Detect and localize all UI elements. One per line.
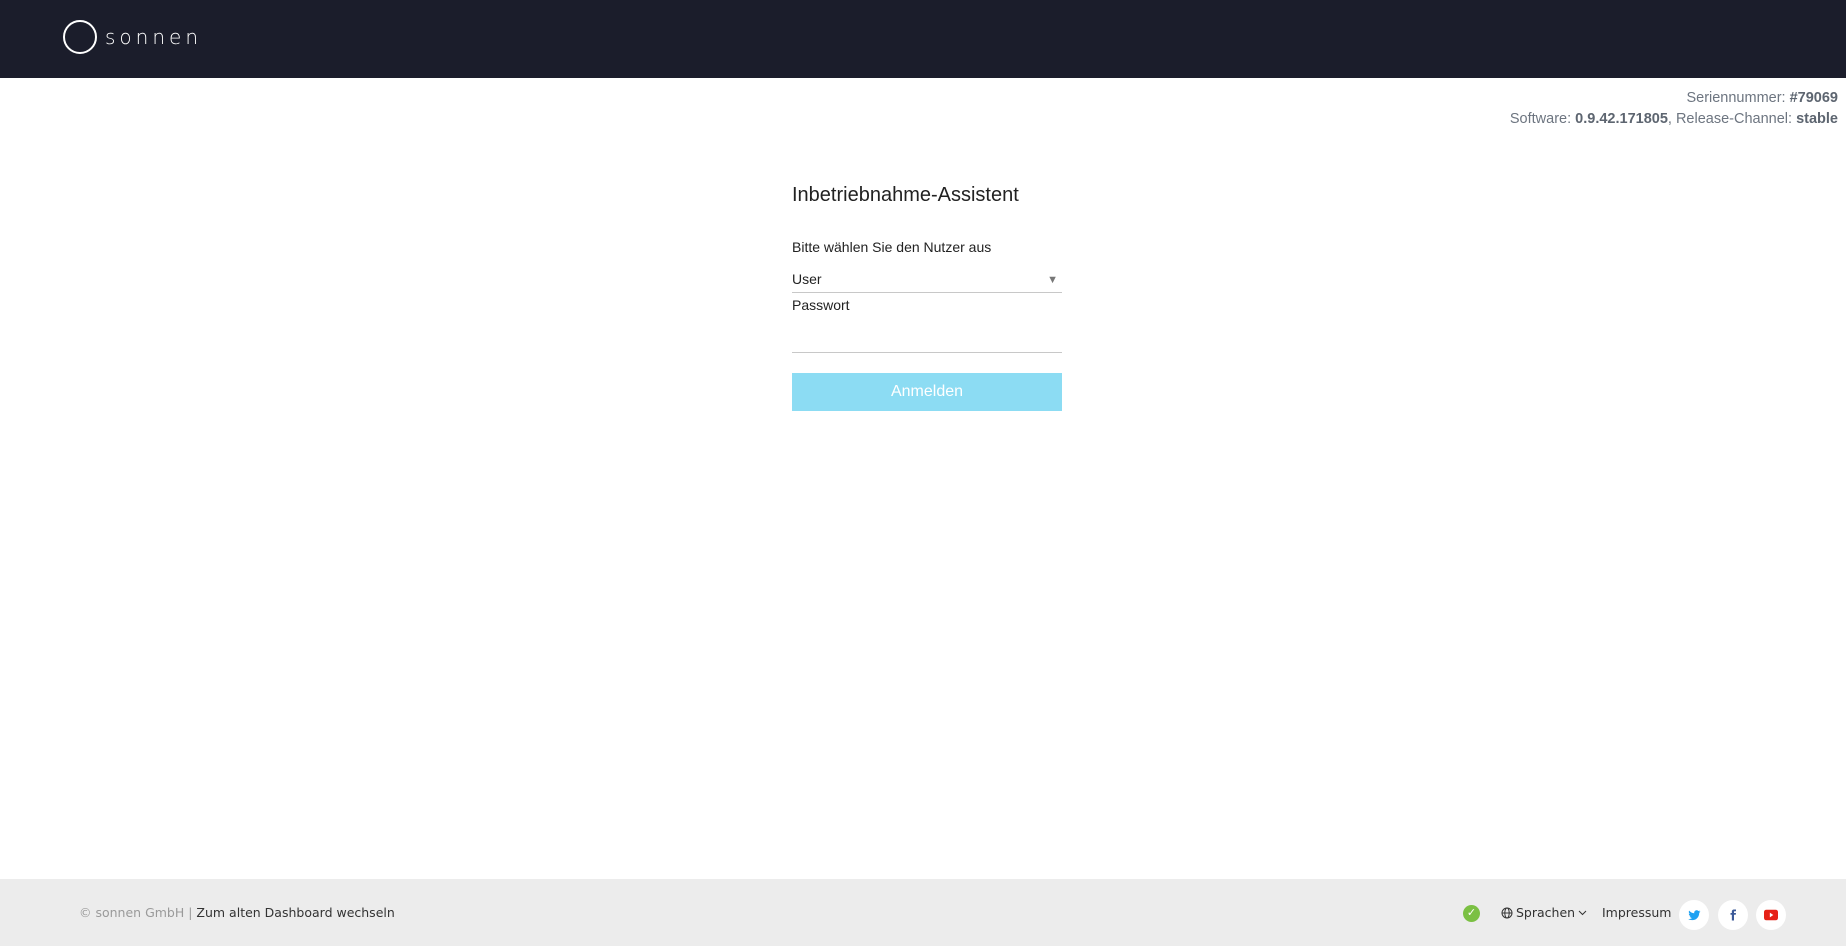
globe-icon bbox=[1501, 907, 1513, 918]
language-label: Sprachen bbox=[1516, 905, 1576, 920]
serial-value: #79069 bbox=[1789, 90, 1838, 106]
user-select[interactable]: User ▼ bbox=[792, 271, 1062, 293]
channel-value: stable bbox=[1796, 111, 1838, 127]
software-version: 0.9.42.171805 bbox=[1575, 111, 1668, 127]
login-form: Inbetriebnahme-Assistent Bitte wählen Si… bbox=[792, 184, 1062, 411]
facebook-button[interactable] bbox=[1718, 900, 1748, 930]
password-field[interactable] bbox=[792, 323, 1062, 353]
facebook-icon bbox=[1730, 909, 1736, 921]
youtube-button[interactable] bbox=[1756, 900, 1786, 930]
login-button[interactable]: Anmelden bbox=[792, 373, 1062, 411]
footer: © sonnen GmbH | Zum alten Dashboard wech… bbox=[0, 879, 1846, 946]
chevron-down-icon bbox=[1578, 910, 1587, 916]
device-info: Seriennummer: #79069 Software: 0.9.42.17… bbox=[1510, 88, 1838, 130]
sonnen-logo[interactable]: sonnen bbox=[63, 20, 202, 54]
language-menu[interactable]: Sprachen bbox=[1501, 905, 1587, 920]
password-label: Passwort bbox=[792, 297, 850, 313]
user-select-value: User bbox=[792, 271, 822, 287]
user-select-label: Bitte wählen Sie den Nutzer aus bbox=[792, 239, 992, 255]
copyright-text: © sonnen GmbH | bbox=[79, 905, 193, 920]
brand-name: sonnen bbox=[105, 25, 202, 49]
page-title: Inbetriebnahme-Assistent bbox=[792, 184, 1019, 206]
twitter-icon bbox=[1687, 909, 1700, 920]
top-navbar: sonnen bbox=[0, 0, 1846, 78]
footer-left: © sonnen GmbH | Zum alten Dashboard wech… bbox=[79, 905, 395, 920]
channel-label: , Release-Channel: bbox=[1667, 111, 1797, 127]
chevron-down-icon: ▼ bbox=[1047, 274, 1058, 286]
check-circle-icon: ✓ bbox=[1463, 905, 1480, 922]
impressum-link[interactable]: Impressum bbox=[1602, 905, 1671, 920]
sonnen-logo-icon bbox=[63, 20, 97, 54]
software-label: Software: bbox=[1509, 111, 1576, 127]
serial-label: Seriennummer: bbox=[1686, 90, 1790, 106]
old-dashboard-link[interactable]: Zum alten Dashboard wechseln bbox=[192, 905, 394, 920]
youtube-icon bbox=[1764, 909, 1778, 921]
software-line: Software: 0.9.42.171805, Release-Channel… bbox=[1510, 109, 1838, 130]
twitter-button[interactable] bbox=[1679, 900, 1709, 930]
serial-number-line: Seriennummer: #79069 bbox=[1510, 88, 1838, 109]
